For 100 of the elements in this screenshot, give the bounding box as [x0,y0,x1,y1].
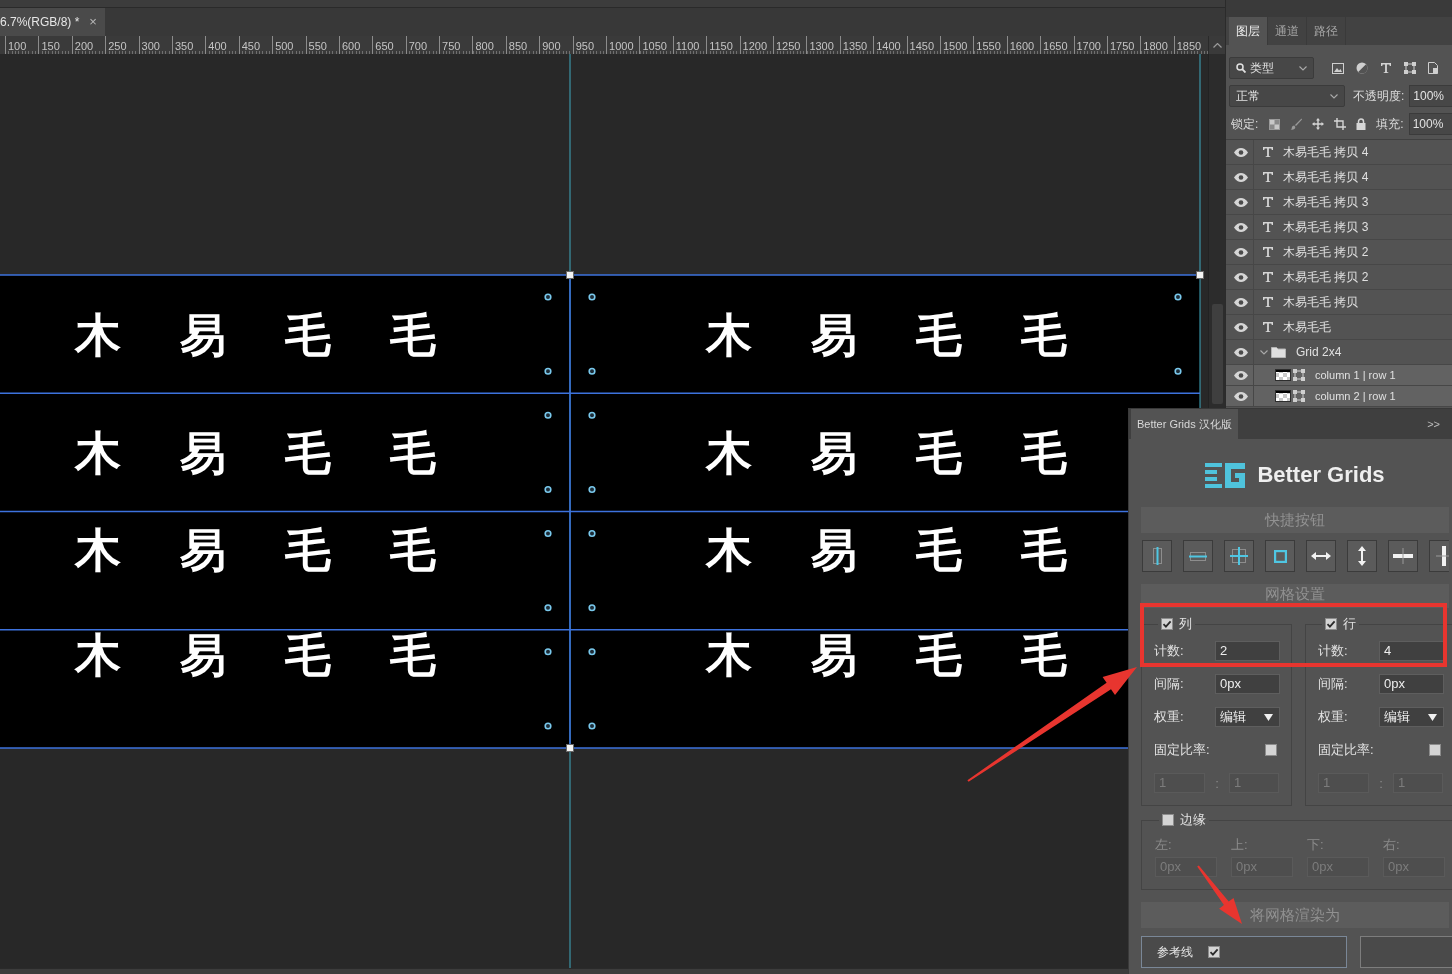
ruler-label: 250 [108,40,127,53]
layer-row[interactable]: 木易毛毛 拷贝 3 [1226,215,1452,240]
ruler-label: 1250 [776,40,801,53]
ruler-label: 950 [575,40,594,53]
eye-icon[interactable] [1233,147,1248,157]
close-button[interactable]: × [89,15,97,29]
eye-icon[interactable] [1233,172,1248,182]
fill-field[interactable]: 100% [1408,113,1452,135]
anchor-point-icon [1174,293,1182,301]
panel-tab[interactable]: 图层 [1229,17,1268,45]
ruler-label: 1500 [942,40,968,53]
opacity-field[interactable]: 100% [1409,85,1452,107]
ratio-separator: : [1378,775,1384,791]
layer-row[interactable]: 木易毛毛 拷贝 [1226,290,1452,315]
horizontal-bar-icon [1393,548,1413,564]
layer-thumbnail [1275,390,1291,402]
field-label: 计数: [1154,642,1185,660]
quick-action-button[interactable] [1306,540,1336,572]
ruler-label: 200 [74,40,94,53]
ruler-label: 350 [174,40,194,53]
checkbox-label: 列 [1179,615,1192,633]
quick-action-button[interactable] [1265,540,1295,572]
frame-corners-icon[interactable] [1404,62,1416,74]
horizontal-arrows-icon [1311,552,1331,560]
input-field[interactable]: 4 [1379,641,1444,661]
transform-handle[interactable] [566,271,574,279]
text-layer-icon [1262,246,1274,258]
ruler-label: 1600 [1009,40,1035,53]
lock-icon[interactable] [1356,118,1367,130]
layer-row[interactable]: 木易毛毛 拷贝 4 [1226,140,1452,165]
image-icon[interactable] [1332,62,1344,74]
layer-row[interactable]: column 2 | row 1 [1226,386,1452,407]
quick-action-button[interactable] [1142,540,1172,572]
quick-action-button[interactable] [1183,540,1213,572]
ruler-label: 500 [275,40,294,53]
canvas-text: 木易毛毛 [75,430,495,476]
checkbox[interactable] [1265,744,1277,756]
anchor-point-icon [588,529,596,538]
text-layer-icon [1262,171,1274,183]
filter-dropdown[interactable]: 类型 [1229,57,1314,79]
eye-icon[interactable] [1233,222,1248,232]
dropdown[interactable]: 编辑 [1215,707,1280,727]
quick-action-button[interactable] [1224,540,1254,572]
quick-action-button[interactable] [1388,540,1418,572]
layer-row[interactable]: 木易毛毛 拷贝 2 [1226,265,1452,290]
checkbox[interactable] [1161,618,1173,630]
input-field[interactable]: 0px [1215,674,1280,694]
eye-icon[interactable] [1233,322,1248,332]
chevron-down-icon [1330,93,1338,99]
eye-icon[interactable] [1233,370,1248,380]
layer-row[interactable]: 木易毛毛 拷贝 4 [1226,165,1452,190]
field-label: 间隔: [1154,675,1185,693]
crop-icon[interactable] [1334,118,1347,130]
ruler-label: 1550 [976,40,1001,53]
transform-handle[interactable] [1196,271,1204,279]
blend-mode-dropdown[interactable]: 正常 [1229,85,1345,107]
panel-menu-button[interactable]: >> [1427,409,1440,439]
canvas-text: 木易毛毛 [706,312,1126,358]
transform-handle[interactable] [566,744,574,752]
canvas-text: 木易毛毛 [706,632,1126,678]
type-icon[interactable] [1380,62,1392,74]
eye-icon[interactable] [1233,391,1248,401]
dropdown[interactable]: 编辑 [1379,707,1444,727]
layer-row[interactable]: column 1 | row 1 [1226,365,1452,386]
chevron-down-icon[interactable] [1260,349,1268,355]
eye-icon[interactable] [1233,197,1248,207]
quick-action-button[interactable] [1347,540,1377,572]
text-layer-icon [1262,221,1274,233]
move-icon[interactable] [1312,118,1325,130]
anchor-point-icon [1174,367,1182,375]
layer-row[interactable]: 木易毛毛 [1226,315,1452,340]
ratio-separator: : [1214,775,1220,791]
document-icon[interactable] [1428,62,1438,74]
eye-icon[interactable] [1233,297,1248,307]
half-circle-icon[interactable] [1356,62,1368,74]
eye-icon[interactable] [1233,247,1248,257]
render-option-button[interactable]: 参考线 [1141,936,1347,968]
ruler-label: 700 [408,40,428,53]
checkbox[interactable] [1208,946,1220,958]
document-tab[interactable]: 6.7%(RGB/8) * × [0,8,105,36]
eye-icon[interactable] [1233,347,1248,357]
ruler-label: 400 [208,40,227,53]
input-field[interactable]: 2 [1215,641,1280,661]
brush-icon[interactable] [1290,118,1303,130]
checkbox[interactable] [1162,814,1174,826]
layer-row[interactable]: 木易毛毛 拷贝 3 [1226,190,1452,215]
layer-row[interactable]: 木易毛毛 拷贝 2 [1226,240,1452,265]
panel-tab[interactable]: 通道 [1268,17,1307,45]
fill-label: 填充: [1376,115,1404,133]
checkbox[interactable] [1429,744,1441,756]
anchor-point-icon [544,485,552,494]
ruler-label: 850 [508,40,528,53]
checkbox[interactable] [1325,618,1337,630]
checkerboard-icon[interactable] [1269,118,1281,130]
eye-icon[interactable] [1233,272,1248,282]
canvas-text: 木易毛毛 [75,527,495,573]
input-field[interactable]: 0px [1379,674,1444,694]
panel-tab[interactable]: Better Grids 汉化版 [1131,409,1238,439]
scroll-up-button[interactable] [1208,36,1225,54]
panel-tab[interactable]: 路径 [1307,17,1346,45]
